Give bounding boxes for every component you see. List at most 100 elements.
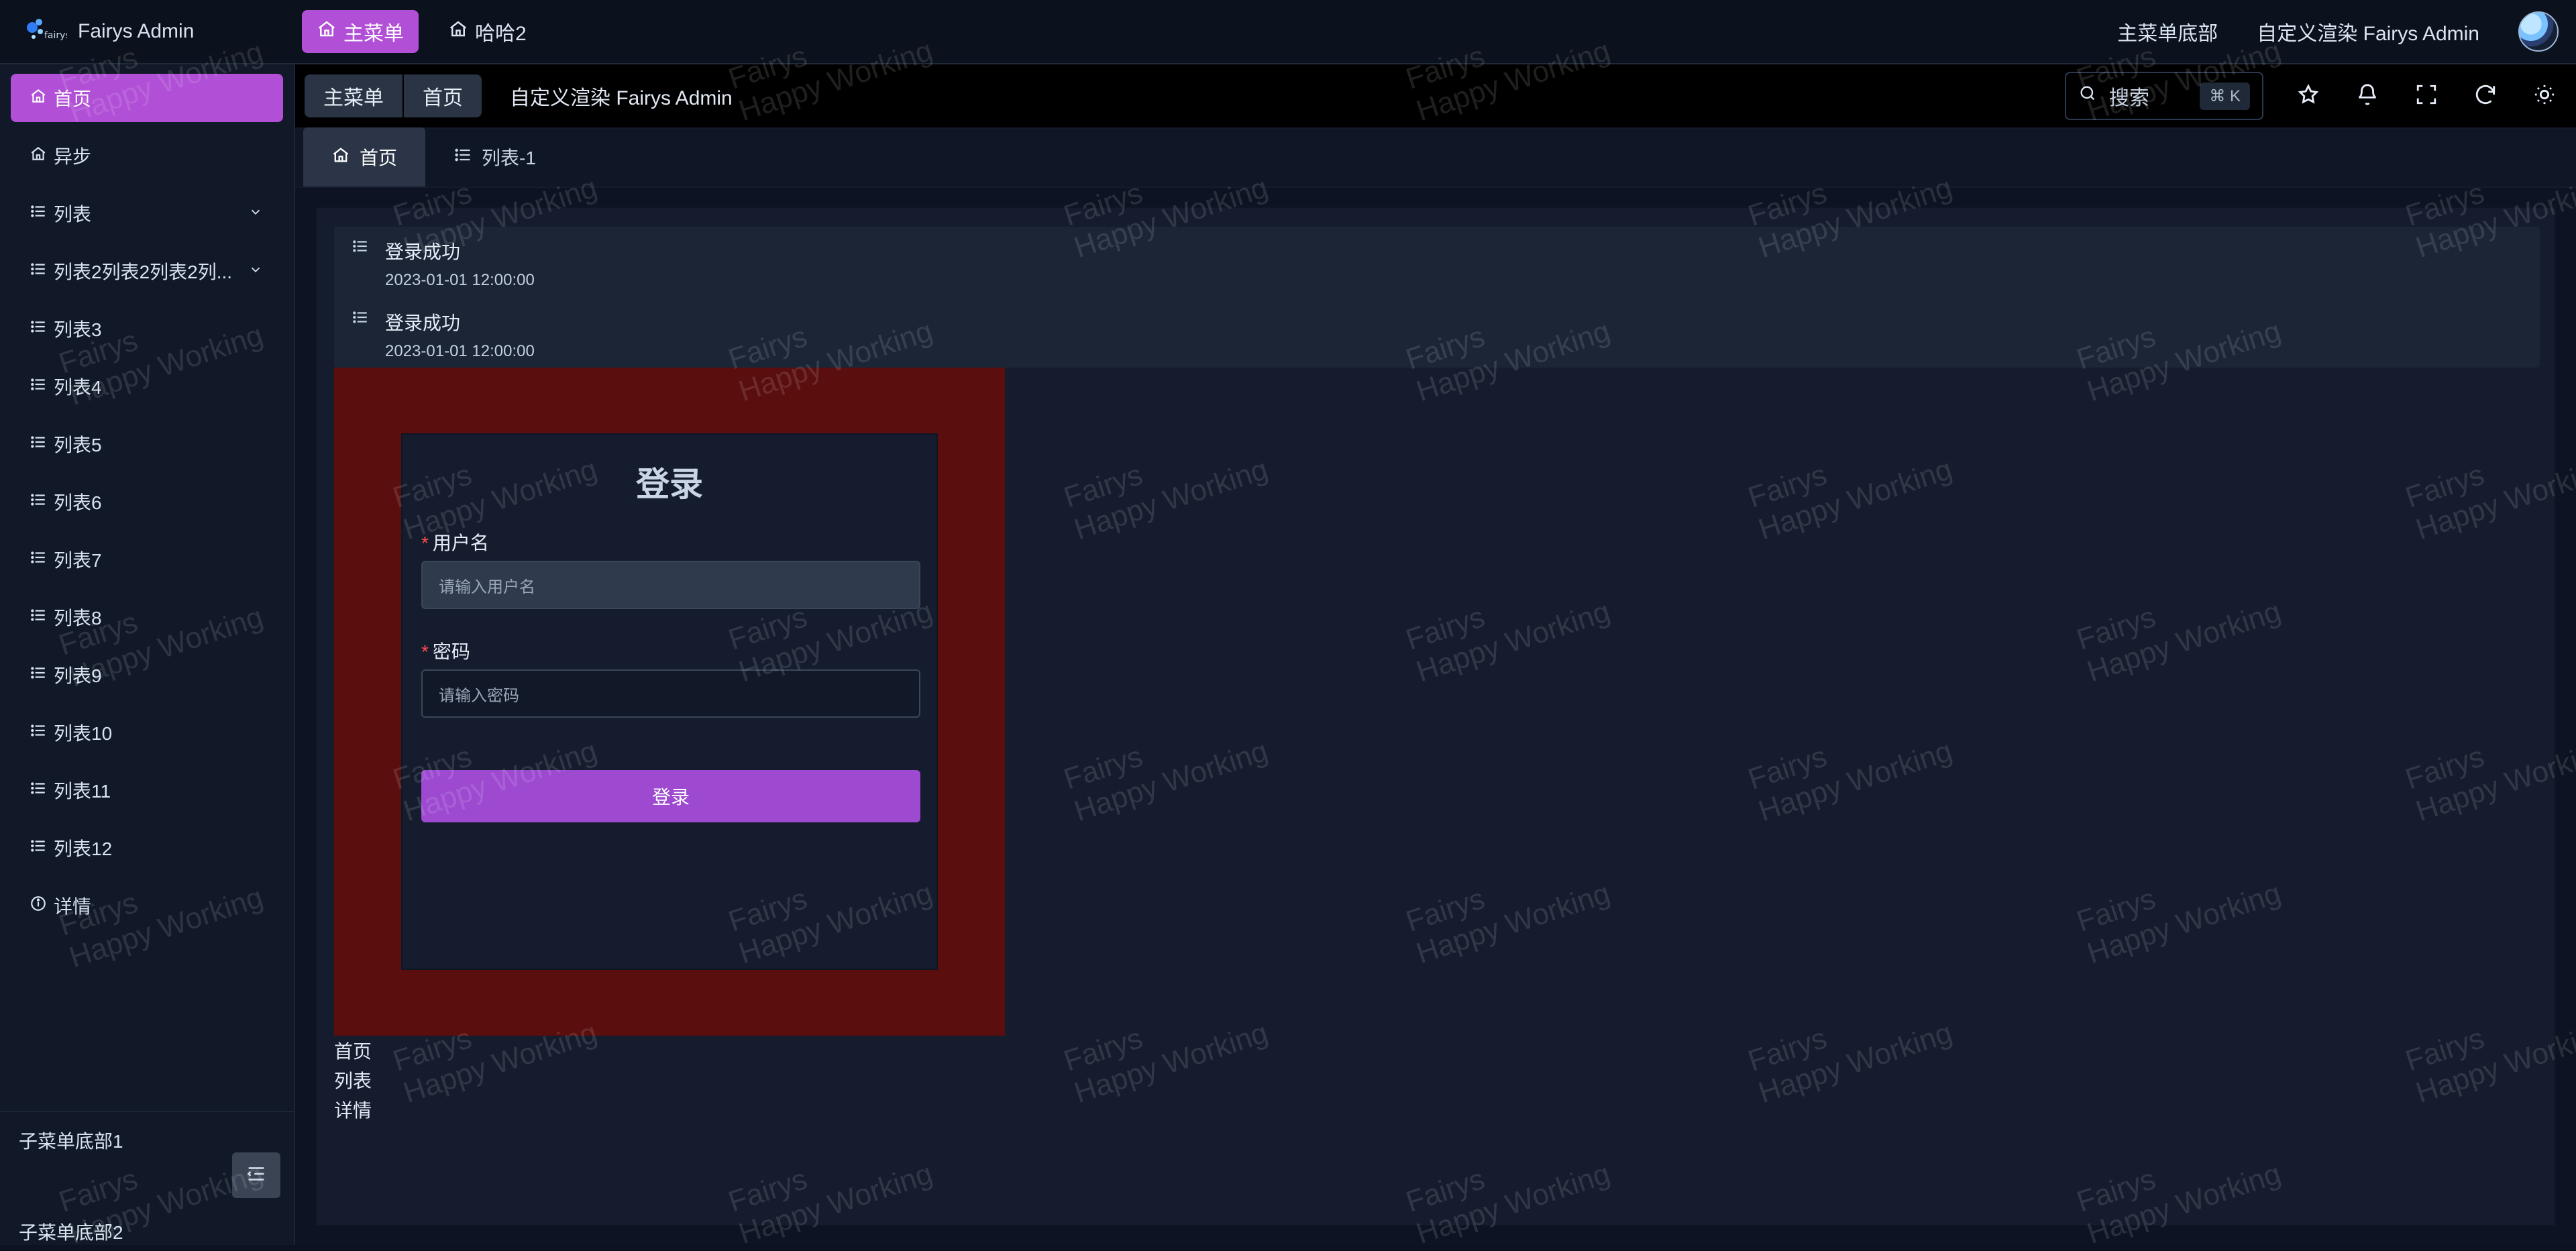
login-button[interactable]: 登录 <box>421 770 920 822</box>
sidebar-item-label: 列表12 <box>54 838 113 859</box>
sidebar-item-label: 列表5 <box>54 435 102 455</box>
list-icon <box>30 549 47 571</box>
link-list[interactable]: 列表 <box>334 1067 372 1096</box>
search-shortcut: ⌘ K <box>2200 82 2250 110</box>
list-item-text: 登录成功 2023-01-01 12:00:00 <box>385 237 535 290</box>
home-icon <box>331 146 350 169</box>
sidebar-item-label: 列表7 <box>54 550 102 571</box>
sidebar-item-label: 列表4 <box>54 377 102 398</box>
top-nav-item-label: 哈哈2 <box>475 23 527 45</box>
sidebar-item-list3[interactable]: 列表3 <box>11 305 283 353</box>
top-nav-item-main[interactable]: 主菜单 <box>302 10 419 53</box>
sidebar-item-async[interactable]: 异步 <box>11 131 283 180</box>
header-title: 自定义渲染 Fairys Admin <box>510 87 733 109</box>
sidebar-item-label: 列表 <box>54 204 92 225</box>
menu-collapse-icon <box>245 1162 268 1189</box>
breadcrumb-header: 主菜单 首页 自定义渲染 Fairys Admin 搜索 ⌘ K <box>295 64 2576 129</box>
main-area: 登录成功 2023-01-01 12:00:00 登录成功 2023-01-01… <box>295 188 2576 1245</box>
sidebar-item-label: 列表3 <box>54 319 102 340</box>
sidebar-item-label: 首页 <box>54 89 92 109</box>
avatar[interactable] <box>2518 11 2559 52</box>
breadcrumb: 主菜单 首页 <box>305 74 482 117</box>
list-item-time: 2023-01-01 12:00:00 <box>385 271 535 289</box>
refresh-button[interactable] <box>2471 82 2500 110</box>
home-icon <box>30 87 47 109</box>
password-input[interactable]: 请输入密码 <box>421 669 920 718</box>
link-detail[interactable]: 详情 <box>334 1096 372 1126</box>
list-item: 登录成功 2023-01-01 12:00:00 <box>352 309 2498 373</box>
list-icon <box>30 260 47 282</box>
sidebar-menu: 首页 异步 列表 列表2列表2列表2列... 列表3 列表4 列表5 列表6 列… <box>0 64 294 948</box>
notification-button[interactable] <box>2353 82 2381 110</box>
required-mark: * <box>421 533 429 553</box>
login-title: 登录 <box>636 466 703 503</box>
fullscreen-icon <box>2415 83 2438 109</box>
list-item-text: 登录成功 2023-01-01 12:00:00 <box>385 309 535 361</box>
sidebar-item-list5[interactable]: 列表5 <box>11 420 283 468</box>
sidebar-item-label: 列表6 <box>54 492 102 513</box>
sidebar: 首页 异步 列表 列表2列表2列表2列... 列表3 列表4 列表5 列表6 列… <box>0 64 295 1245</box>
username-input[interactable]: 请输入用户名 <box>421 561 920 609</box>
top-nav-item-haha2[interactable]: 哈哈2 <box>433 10 541 53</box>
list-item-time: 2023-01-01 12:00:00 <box>385 342 535 360</box>
refresh-icon <box>2474 83 2497 109</box>
sidebar-item-list4[interactable]: 列表4 <box>11 362 283 411</box>
sidebar-item-list9[interactable]: 列表9 <box>11 651 283 699</box>
list-icon <box>30 779 47 802</box>
sidebar-item-list2[interactable]: 列表2列表2列表2列... <box>11 247 283 295</box>
brand[interactable]: fairys Fairys Admin <box>0 0 295 64</box>
list-item: 登录成功 2023-01-01 12:00:00 <box>352 237 2498 302</box>
tab-list-1[interactable]: 列表-1 <box>425 127 564 186</box>
breadcrumb-item-main[interactable]: 主菜单 <box>305 74 402 117</box>
top-bar: fairys Fairys Admin 主菜单 哈哈2 主菜单底部 自定义渲染 … <box>0 0 2576 64</box>
sidebar-item-list[interactable]: 列表 <box>11 189 283 237</box>
content-card: 登录成功 2023-01-01 12:00:00 登录成功 2023-01-01… <box>315 207 2556 1226</box>
sun-icon <box>2533 83 2556 109</box>
sidebar-item-list6[interactable]: 列表6 <box>11 478 283 526</box>
sidebar-bottom-item-2[interactable]: 子菜单底部2 <box>19 1218 123 1245</box>
sidebar-item-detail[interactable]: 详情 <box>11 881 283 930</box>
list-icon <box>30 722 47 744</box>
custom-render-label: 自定义渲染 Fairys Admin <box>2257 23 2479 45</box>
sidebar-item-list7[interactable]: 列表7 <box>11 535 283 584</box>
info-icon <box>30 895 47 917</box>
fullscreen-button[interactable] <box>2412 82 2440 110</box>
sidebar-item-label: 列表2列表2列表2列... <box>54 262 233 282</box>
list-icon <box>30 837 47 859</box>
sidebar-item-label: 列表10 <box>54 723 113 744</box>
top-menu-bottom[interactable]: 主菜单底部 <box>2117 17 2218 46</box>
sidebar-item-home[interactable]: 首页 <box>11 74 283 122</box>
app-title: Fairys Admin <box>78 20 195 42</box>
top-nav-item-label: 主菜单 <box>343 23 404 45</box>
home-icon <box>448 19 468 44</box>
sidebar-item-list11[interactable]: 列表11 <box>11 766 283 814</box>
link-home[interactable]: 首页 <box>334 1037 372 1067</box>
sidebar-bottom-item-1[interactable]: 子菜单底部1 <box>19 1127 123 1154</box>
search-label: 搜索 <box>2109 87 2149 109</box>
favorite-button[interactable] <box>2294 82 2322 110</box>
tab-label: 首页 <box>360 148 398 168</box>
breadcrumb-item-home[interactable]: 首页 <box>404 74 482 117</box>
list-icon <box>30 491 47 513</box>
sidebar-item-label: 列表11 <box>54 781 111 802</box>
sidebar-item-list8[interactable]: 列表8 <box>11 593 283 641</box>
search-icon <box>2078 84 2097 108</box>
home-icon <box>317 19 337 44</box>
bell-icon <box>2356 83 2379 109</box>
required-mark: * <box>421 641 429 662</box>
theme-button[interactable] <box>2530 82 2559 110</box>
chevron-down-icon <box>248 260 263 282</box>
username-placeholder: 请输入用户名 <box>439 578 535 596</box>
tab-home[interactable]: 首页 <box>303 127 426 186</box>
menu-collapse-button[interactable] <box>232 1152 280 1198</box>
login-panel-bg: 登录 * 用户名 请输入用户名 * 密码 请输入密码 登录 <box>334 368 1005 1036</box>
password-placeholder: 请输入密码 <box>439 686 519 705</box>
tabs-bar: 首页 列表-1 <box>295 127 2576 188</box>
sidebar-item-list12[interactable]: 列表12 <box>11 824 283 872</box>
sidebar-item-label: 列表9 <box>54 665 102 686</box>
sidebar-item-list10[interactable]: 列表10 <box>11 708 283 757</box>
list-item-title: 登录成功 <box>385 241 461 262</box>
top-nav: 主菜单 哈哈2 <box>302 10 541 53</box>
login-card: 登录 * 用户名 请输入用户名 * 密码 请输入密码 登录 <box>401 433 938 970</box>
search-button[interactable]: 搜索 ⌘ K <box>2065 72 2263 120</box>
